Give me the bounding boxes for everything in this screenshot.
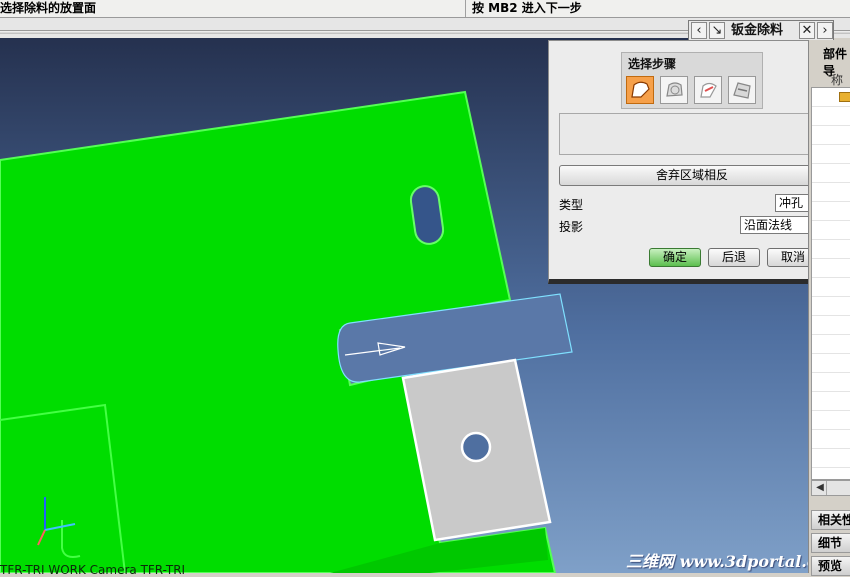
- part-navigator-tree[interactable]: [811, 87, 850, 480]
- back-button[interactable]: 后退: [708, 248, 760, 267]
- pin-arrow-icon[interactable]: ↘: [709, 22, 725, 39]
- scroll-left-icon[interactable]: ◀: [814, 481, 827, 495]
- chevron-right-icon[interactable]: ›: [817, 22, 833, 39]
- status-prompt: 按 MB2 进入下一步: [472, 1, 582, 15]
- watermark-text: 三维网 www.3dportal.cn: [626, 552, 829, 571]
- selection-steps-label: 选择步骤: [628, 57, 677, 71]
- selection-list[interactable]: [559, 113, 825, 155]
- dialog-title: 钣金除料: [731, 23, 784, 38]
- cue-prompt: 选择除料的放置面: [0, 1, 97, 15]
- tool-body-icon[interactable]: [728, 76, 756, 104]
- reverse-discard-region-button[interactable]: 舍弃区域相反: [559, 165, 825, 186]
- cue-divider: [465, 0, 466, 17]
- placement-face-icon[interactable]: [626, 76, 654, 104]
- section-dependencies[interactable]: 相关性: [811, 510, 850, 530]
- type-label: 类型: [559, 198, 584, 212]
- view-name-label: TFR-TRI WORK Camera TFR-TRI: [0, 563, 186, 577]
- projection-select-value: 沿面法线: [744, 218, 793, 232]
- part-navigator-panel: 部件导 称 ◀ 相关性 细节 预览: [808, 40, 850, 576]
- section-preview[interactable]: 预览: [811, 556, 850, 576]
- target-face-icon[interactable]: [694, 76, 722, 104]
- section-details[interactable]: 细节: [811, 533, 850, 553]
- close-icon[interactable]: ✕: [799, 22, 815, 39]
- ok-button[interactable]: 确定: [649, 248, 701, 267]
- tab-hole: [460, 431, 492, 463]
- sheet-metal-cutout-dialog: 选择步骤 舍弃区域相反 类型 冲孔 ▼ 投影 沿面法线 ▼ 确定 后退 取消: [548, 40, 834, 284]
- folder-icon: [839, 92, 850, 102]
- cue-line: 选择除料的放置面 按 MB2 进入下一步: [0, 0, 850, 18]
- projection-label: 投影: [559, 220, 584, 234]
- dialog-titlebar: ‹ ↘ 钣金除料 ✕ ›: [688, 20, 834, 41]
- sketch-profile-icon[interactable]: [660, 76, 688, 104]
- name-column-header: 称: [831, 73, 844, 87]
- type-select-value: 冲孔: [779, 196, 804, 210]
- horizontal-scrollbar[interactable]: ◀: [811, 480, 850, 496]
- selection-steps-group: 选择步骤: [621, 52, 763, 109]
- chevron-left-icon[interactable]: ‹: [691, 22, 707, 39]
